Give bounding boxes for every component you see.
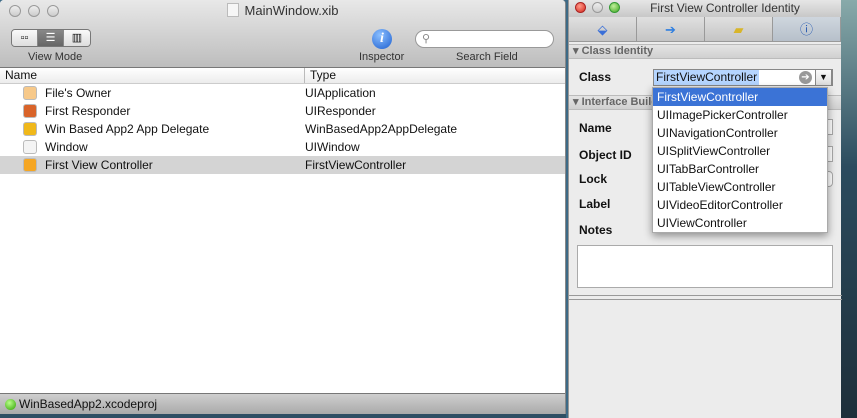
- dropdown-option[interactable]: UINavigationController: [653, 124, 827, 142]
- files-owner-icon: [23, 86, 37, 100]
- tab-attributes[interactable]: ⬙: [569, 17, 637, 41]
- object-id-label: Object ID: [579, 148, 632, 162]
- table-row[interactable]: First Responder UIResponder: [0, 102, 565, 120]
- arrow-circle-icon: ➔: [665, 22, 676, 37]
- row-name: Win Based App2 App Delegate: [45, 122, 210, 136]
- inspector-label: Inspector: [359, 51, 405, 63]
- table-row[interactable]: First View Controller FirstViewController: [0, 156, 565, 174]
- dropdown-option[interactable]: UITabBarController: [653, 160, 827, 178]
- dropdown-option[interactable]: UISplitViewController: [653, 142, 827, 160]
- dropdown-option[interactable]: UIImagePickerController: [653, 106, 827, 124]
- row-name: First Responder: [45, 104, 131, 118]
- class-label: Class: [579, 70, 612, 84]
- section-title: Class Identity: [581, 45, 654, 57]
- name-label: Name: [579, 121, 612, 135]
- desktop-background: [841, 0, 857, 418]
- row-name: Window: [45, 140, 88, 154]
- table-row[interactable]: Win Based App2 App Delegate WinBasedApp2A…: [0, 120, 565, 138]
- inspector-titlebar: First View Controller Identity: [569, 0, 841, 17]
- dropdown-arrow-button[interactable]: ▼: [815, 69, 832, 86]
- search-field-label: Search Field: [456, 51, 518, 63]
- status-light-icon: [5, 398, 16, 410]
- label-label: Label: [579, 197, 611, 211]
- row-name: First View Controller: [45, 158, 153, 172]
- table-row[interactable]: Window UIWindow: [0, 138, 565, 156]
- view-mode-label: View Mode: [28, 51, 83, 63]
- dropdown-option[interactable]: UITableViewController: [653, 178, 827, 196]
- window-title-text: MainWindow.xib: [244, 3, 339, 18]
- status-bar: WinBasedApp2.xcodeproj: [0, 393, 565, 414]
- icon-view-button[interactable]: ▫▫: [12, 30, 38, 46]
- inspector-tabs: ⬙ ➔ ▰ ⓘ: [569, 17, 841, 42]
- inspector-title: First View Controller Identity: [650, 1, 800, 15]
- tab-size[interactable]: ▰: [705, 17, 773, 41]
- tab-identity[interactable]: ⓘ: [773, 17, 841, 41]
- object-list: File's Owner UIApplication First Responder…: [0, 84, 565, 174]
- window-icon: [23, 140, 37, 154]
- row-type: UIApplication: [305, 86, 376, 100]
- object-cube-icon: [23, 122, 37, 136]
- toolbar: MainWindow.xib ▫▫ ☰ ▥ View Mode i Inspec…: [0, 0, 565, 68]
- row-type: UIWindow: [305, 140, 360, 154]
- view-mode-control[interactable]: ▫▫ ☰ ▥: [11, 29, 91, 47]
- info-icon: ⓘ: [799, 22, 813, 37]
- ruler-icon: ▰: [733, 22, 744, 37]
- column-header: Name Type: [0, 68, 565, 84]
- slider-icon: ⬙: [597, 22, 608, 37]
- class-combobox[interactable]: FirstViewController ➔ ▼: [653, 69, 833, 86]
- section-class-identity[interactable]: ▾ Class Identity: [569, 44, 841, 59]
- class-dropdown-menu: FirstViewController UIImagePickerControll…: [652, 87, 828, 233]
- search-input[interactable]: ⚲: [415, 30, 554, 48]
- dropdown-option[interactable]: UIVideoEditorController: [653, 196, 827, 214]
- row-type: FirstViewController: [305, 158, 407, 172]
- notes-label: Notes: [579, 223, 613, 237]
- window-title: MainWindow.xib: [0, 3, 565, 18]
- column-view-button[interactable]: ▥: [64, 30, 90, 46]
- main-window: MainWindow.xib ▫▫ ☰ ▥ View Mode i Inspec…: [0, 0, 566, 414]
- project-name: WinBasedApp2.xcodeproj: [19, 397, 158, 411]
- column-name[interactable]: Name: [0, 68, 305, 83]
- lock-label: Lock: [579, 172, 608, 186]
- dropdown-option[interactable]: FirstViewController: [653, 88, 827, 106]
- go-arrow-icon[interactable]: ➔: [799, 71, 812, 84]
- split-handle[interactable]: [569, 295, 842, 300]
- table-row[interactable]: File's Owner UIApplication: [0, 84, 565, 102]
- tab-connections[interactable]: ➔: [637, 17, 705, 41]
- notes-textarea[interactable]: [577, 245, 833, 288]
- list-view-button[interactable]: ☰: [38, 30, 64, 46]
- view-controller-icon: [23, 158, 37, 172]
- xib-file-icon: [226, 3, 239, 17]
- column-type[interactable]: Type: [305, 68, 336, 83]
- first-responder-icon: [23, 104, 37, 118]
- row-type: UIResponder: [305, 104, 376, 118]
- row-name: File's Owner: [45, 86, 112, 100]
- inspector-button[interactable]: i: [372, 29, 392, 49]
- dropdown-option[interactable]: UIViewController: [653, 214, 827, 232]
- class-input[interactable]: FirstViewController: [654, 70, 760, 85]
- row-type: WinBasedApp2AppDelegate: [305, 122, 458, 136]
